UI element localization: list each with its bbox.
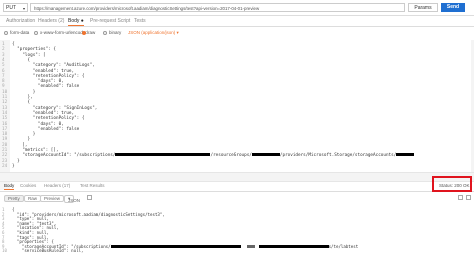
- line-number: 23: [2, 158, 8, 164]
- option-form-data[interactable]: form-data: [4, 30, 29, 35]
- request-bar: PUT ▾ https://management.azure.com/provi…: [0, 0, 474, 16]
- response-tabs: Body Cookies Headers (17) Test Results: [0, 180, 474, 192]
- code-text: "serviceBusRuleId": null,: [12, 248, 84, 253]
- code-line: 10 }: [2, 90, 35, 95]
- line-number: 24: [2, 163, 8, 169]
- code-text: }: [12, 137, 31, 143]
- pretty-button[interactable]: Pretty: [4, 195, 24, 202]
- redacted-block: [258, 245, 329, 249]
- format-select[interactable]: JSON ▾: [64, 195, 80, 203]
- code-text: "storageAccountId": "/subscriptions/: [12, 153, 116, 159]
- code-line: 5 "category": "AuditLogs",: [2, 63, 95, 68]
- code-line: 24}: [2, 164, 15, 169]
- code-text: {: [12, 100, 31, 106]
- code-text: "category": "AuditLogs",: [12, 63, 95, 69]
- line-number: 2: [2, 47, 5, 53]
- redacted-block: [110, 245, 241, 249]
- code-line: 15 "retentionPolicy": {: [2, 116, 84, 121]
- redacted-block: [115, 153, 211, 157]
- radio-icon: [4, 30, 8, 35]
- line-number: 6: [2, 68, 5, 74]
- code-text: }: [12, 163, 15, 169]
- code-text: "enabled": false: [12, 84, 80, 90]
- code-line: 22 "storageAccountId": "/subscriptions/ /…: [2, 153, 415, 159]
- copy-icon[interactable]: [458, 195, 463, 200]
- send-button[interactable]: Send: [441, 3, 465, 12]
- line-number: 13: [2, 105, 8, 111]
- radio-selected-icon: [82, 30, 86, 35]
- preview-button[interactable]: Preview: [40, 195, 65, 202]
- redacted-block: [396, 153, 415, 157]
- tab-headers[interactable]: Headers (2): [38, 18, 64, 24]
- line-number: 9: [2, 84, 5, 90]
- line-number: 10: [2, 89, 8, 95]
- code-line: 9 "enabled": false: [2, 84, 79, 89]
- body-options: form-data x-www-form-urlencoded raw bina…: [0, 28, 474, 38]
- method-select[interactable]: PUT ▾: [3, 3, 28, 12]
- tab-test-results[interactable]: Test Results: [80, 183, 105, 188]
- code-text: ],: [12, 142, 28, 148]
- wrap-icon[interactable]: [87, 195, 92, 200]
- code-line: 6 "enabled": true,: [2, 69, 74, 74]
- request-body-editor[interactable]: 1{2 "properties": {3 "logs": [4 {5 "cate…: [0, 40, 474, 190]
- response-toolbar: Pretty Raw Preview JSON ▾: [0, 193, 474, 203]
- code-text: }: [12, 89, 36, 95]
- code-text: "properties": {: [12, 47, 56, 53]
- method-label: PUT: [6, 5, 16, 11]
- line-number: 3: [2, 52, 5, 58]
- code-text: "retentionPolicy": {: [12, 116, 85, 122]
- code-line: 19 }: [2, 137, 30, 142]
- code-line: 10 "serviceBusRuleId": null,: [2, 248, 83, 253]
- option-urlencoded[interactable]: x-www-form-urlencoded: [34, 30, 88, 35]
- line-number: 15: [2, 116, 8, 122]
- tab-response-headers[interactable]: Headers (17): [44, 183, 70, 188]
- line-number: 5: [2, 63, 5, 69]
- url-input[interactable]: https://management.azure.com/providers/m…: [30, 3, 405, 12]
- code-text: /providers/Microsoft.Storage/storageAcco…: [279, 153, 397, 159]
- redacted-block: [246, 245, 255, 249]
- code-text: "enabled": true,: [12, 68, 75, 74]
- response-body-viewer: 1{2 "id": "providers/microsoft.aadiam/di…: [0, 205, 474, 253]
- code-line: 16 "days": 0,: [2, 122, 64, 127]
- line-number: 12: [2, 100, 8, 106]
- code-line: 13 "category": "SignInLogs",: [2, 106, 97, 111]
- chevron-down-icon: ▾: [22, 6, 25, 11]
- code-line: 23 }: [2, 159, 20, 164]
- option-binary[interactable]: binary: [103, 30, 121, 35]
- code-text: s/te/labtest: [328, 243, 359, 249]
- code-text: "days": 0,: [12, 121, 64, 127]
- code-text: "category": "SignInLogs",: [12, 105, 98, 111]
- search-icon[interactable]: [466, 195, 471, 200]
- line-number: 22: [2, 153, 8, 159]
- code-line: 20 ],: [2, 143, 28, 148]
- code-text: /resourceGroups/: [210, 153, 252, 159]
- code-text: "logs": [: [12, 52, 46, 58]
- params-button[interactable]: Params: [408, 3, 438, 12]
- tab-authorization[interactable]: Authorization: [6, 18, 35, 24]
- line-number: 10: [2, 248, 7, 253]
- radio-icon: [103, 30, 107, 35]
- tab-cookies[interactable]: Cookies: [20, 183, 36, 188]
- option-raw[interactable]: raw: [82, 30, 95, 35]
- content-type-select[interactable]: JSON (application/json) ▾: [128, 30, 179, 36]
- line-number: 16: [2, 121, 8, 127]
- tab-tests[interactable]: Tests: [134, 18, 146, 24]
- code-line: 12 {: [2, 100, 30, 105]
- request-tabs: Authorization Headers (2) Body ● Pre-req…: [0, 16, 474, 27]
- code-line: 3 "logs": [: [2, 53, 46, 58]
- line-number: 20: [2, 142, 8, 148]
- code-text: }: [12, 158, 20, 164]
- tab-response-body[interactable]: Body: [4, 183, 15, 190]
- radio-icon: [34, 30, 38, 35]
- redacted-block: [251, 153, 280, 157]
- raw-button[interactable]: Raw: [24, 195, 42, 202]
- tab-body[interactable]: Body ●: [68, 18, 84, 26]
- line-number: 19: [2, 137, 8, 143]
- tab-pre-request-script[interactable]: Pre-request Script: [90, 18, 130, 24]
- code-line: 2 "properties": {: [2, 47, 56, 52]
- status-highlight-box: [432, 176, 472, 192]
